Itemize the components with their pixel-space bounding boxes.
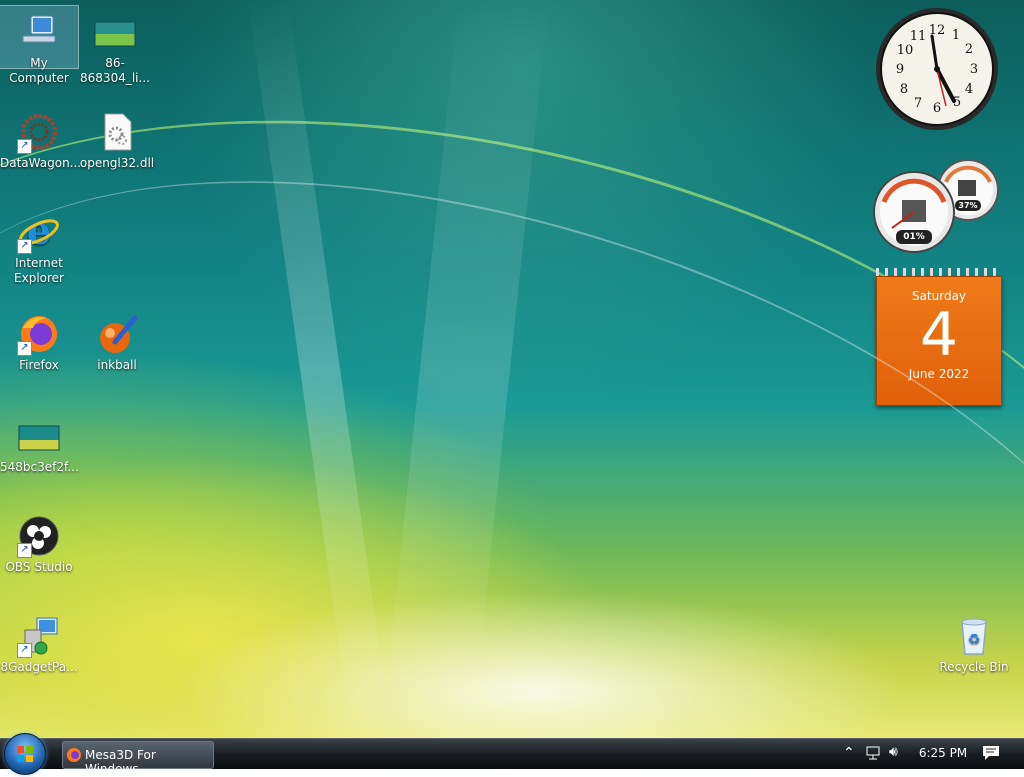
clock-number: 3 [970,62,978,77]
svg-text:♻: ♻ [968,632,981,648]
network-icon[interactable] [866,745,882,764]
clock-number: 4 [965,82,973,97]
cpu-meter-dials [873,159,999,253]
calendar-gadget[interactable]: Saturday 4 June 2022 [876,268,1002,406]
image-thumbnail-icon [93,10,137,54]
desktop-icon-my-computer[interactable]: My Computer [0,5,79,85]
icon-label: opengl32.dll [79,156,155,170]
icon-label: My Computer [9,56,69,85]
desktop-icon-inkball[interactable]: inkball [78,308,156,373]
desktop-icon-obs-studio[interactable]: ↗ OBS Studio [0,510,78,575]
obs-icon: ↗ [17,514,61,558]
clock-number: 9 [896,62,904,77]
taskbar: Mesa3D For Windows... ⌃ 🔊︎ 6:25 PM [0,733,1024,776]
desktop-icon-datawagon[interactable]: ↗ DataWagon... [0,106,82,171]
shortcut-arrow-icon: ↗ [17,139,32,154]
desktop-icon-internet-explorer[interactable]: e ↗ Internet Explorer [0,206,78,286]
inkball-icon [95,312,139,356]
icon-label: Internet Explorer [14,256,64,285]
datawagon-icon: ↗ [17,110,61,154]
clock-number: 10 [897,43,914,58]
image-thumbnail-icon [17,414,61,458]
clock-gadget[interactable]: 12 1 2 3 4 5 6 7 8 9 10 11 [874,6,1000,132]
taskbar-button-label: Mesa3D For Windows... [85,748,156,776]
taskbar-clock[interactable]: 6:25 PM [918,746,968,760]
desktop-icon-image-file-1[interactable]: 86-868304_li... [76,6,154,86]
icon-label: 86-868304_li... [80,56,150,85]
volume-icon[interactable]: 🔊︎ [889,744,898,760]
icon-label: OBS Studio [5,560,73,574]
computer-icon [17,10,61,54]
clock-number: 6 [933,101,941,116]
icon-label: 548bc3ef2f... [0,460,79,474]
action-center-icon[interactable] [982,745,1000,764]
desktop-icon-image-file-2[interactable]: 548bc3ef2f... [0,410,79,475]
clock-number: 7 [914,96,922,111]
desktop-icon-8gadgetpack[interactable]: ↗ 8GadgetPa... [0,610,78,675]
firefox-icon: ↗ [17,312,61,356]
svg-text:e: e [27,210,51,253]
shortcut-arrow-icon: ↗ [17,341,32,356]
shortcut-arrow-icon: ↗ [17,239,32,254]
icon-label: inkball [97,358,137,372]
recycle-bin-icon: ♻ [952,614,996,658]
show-hidden-icons-button[interactable]: ⌃ [843,745,855,761]
calendar-day: 4 [919,300,959,370]
memory-percent: 37% [958,201,978,210]
shortcut-arrow-icon: ↗ [17,643,32,658]
start-button[interactable] [4,733,46,775]
clock-number: 11 [910,29,927,44]
clock-face: 12 1 2 3 4 5 6 7 8 9 10 11 [876,8,998,130]
desktop-icon-firefox[interactable]: ↗ Firefox [0,308,78,373]
desktop: My Computer 86-868304_li... ↗ DataWagon.… [0,0,1024,738]
internet-explorer-icon: e ↗ [17,208,61,254]
calendar-page: Saturday 4 June 2022 [876,276,1002,406]
icon-label: DataWagon... [0,156,82,170]
shortcut-arrow-icon: ↗ [17,543,32,558]
icon-label: Firefox [19,358,59,372]
windows-logo-icon [17,746,33,762]
firefox-icon [67,748,81,762]
calendar-month-year: June 2022 [908,367,970,381]
clock-number: 8 [900,82,908,97]
desktop-icon-recycle-bin[interactable]: ♻ Recycle Bin [935,610,1013,675]
icon-label: Recycle Bin [939,660,1009,674]
clock-number: 2 [965,42,973,57]
dll-file-icon [95,110,139,154]
installer-icon: ↗ [17,614,61,658]
taskbar-button-mesa3d[interactable]: Mesa3D For Windows... [62,741,214,776]
cpu-percent: 01% [903,232,925,242]
desktop-icon-opengl32[interactable]: opengl32.dll [78,106,156,171]
clock-number: 1 [952,28,960,43]
cpu-meter-gadget[interactable]: 01% 37% [872,158,1002,254]
icon-label: 8GadgetPa... [0,660,78,674]
